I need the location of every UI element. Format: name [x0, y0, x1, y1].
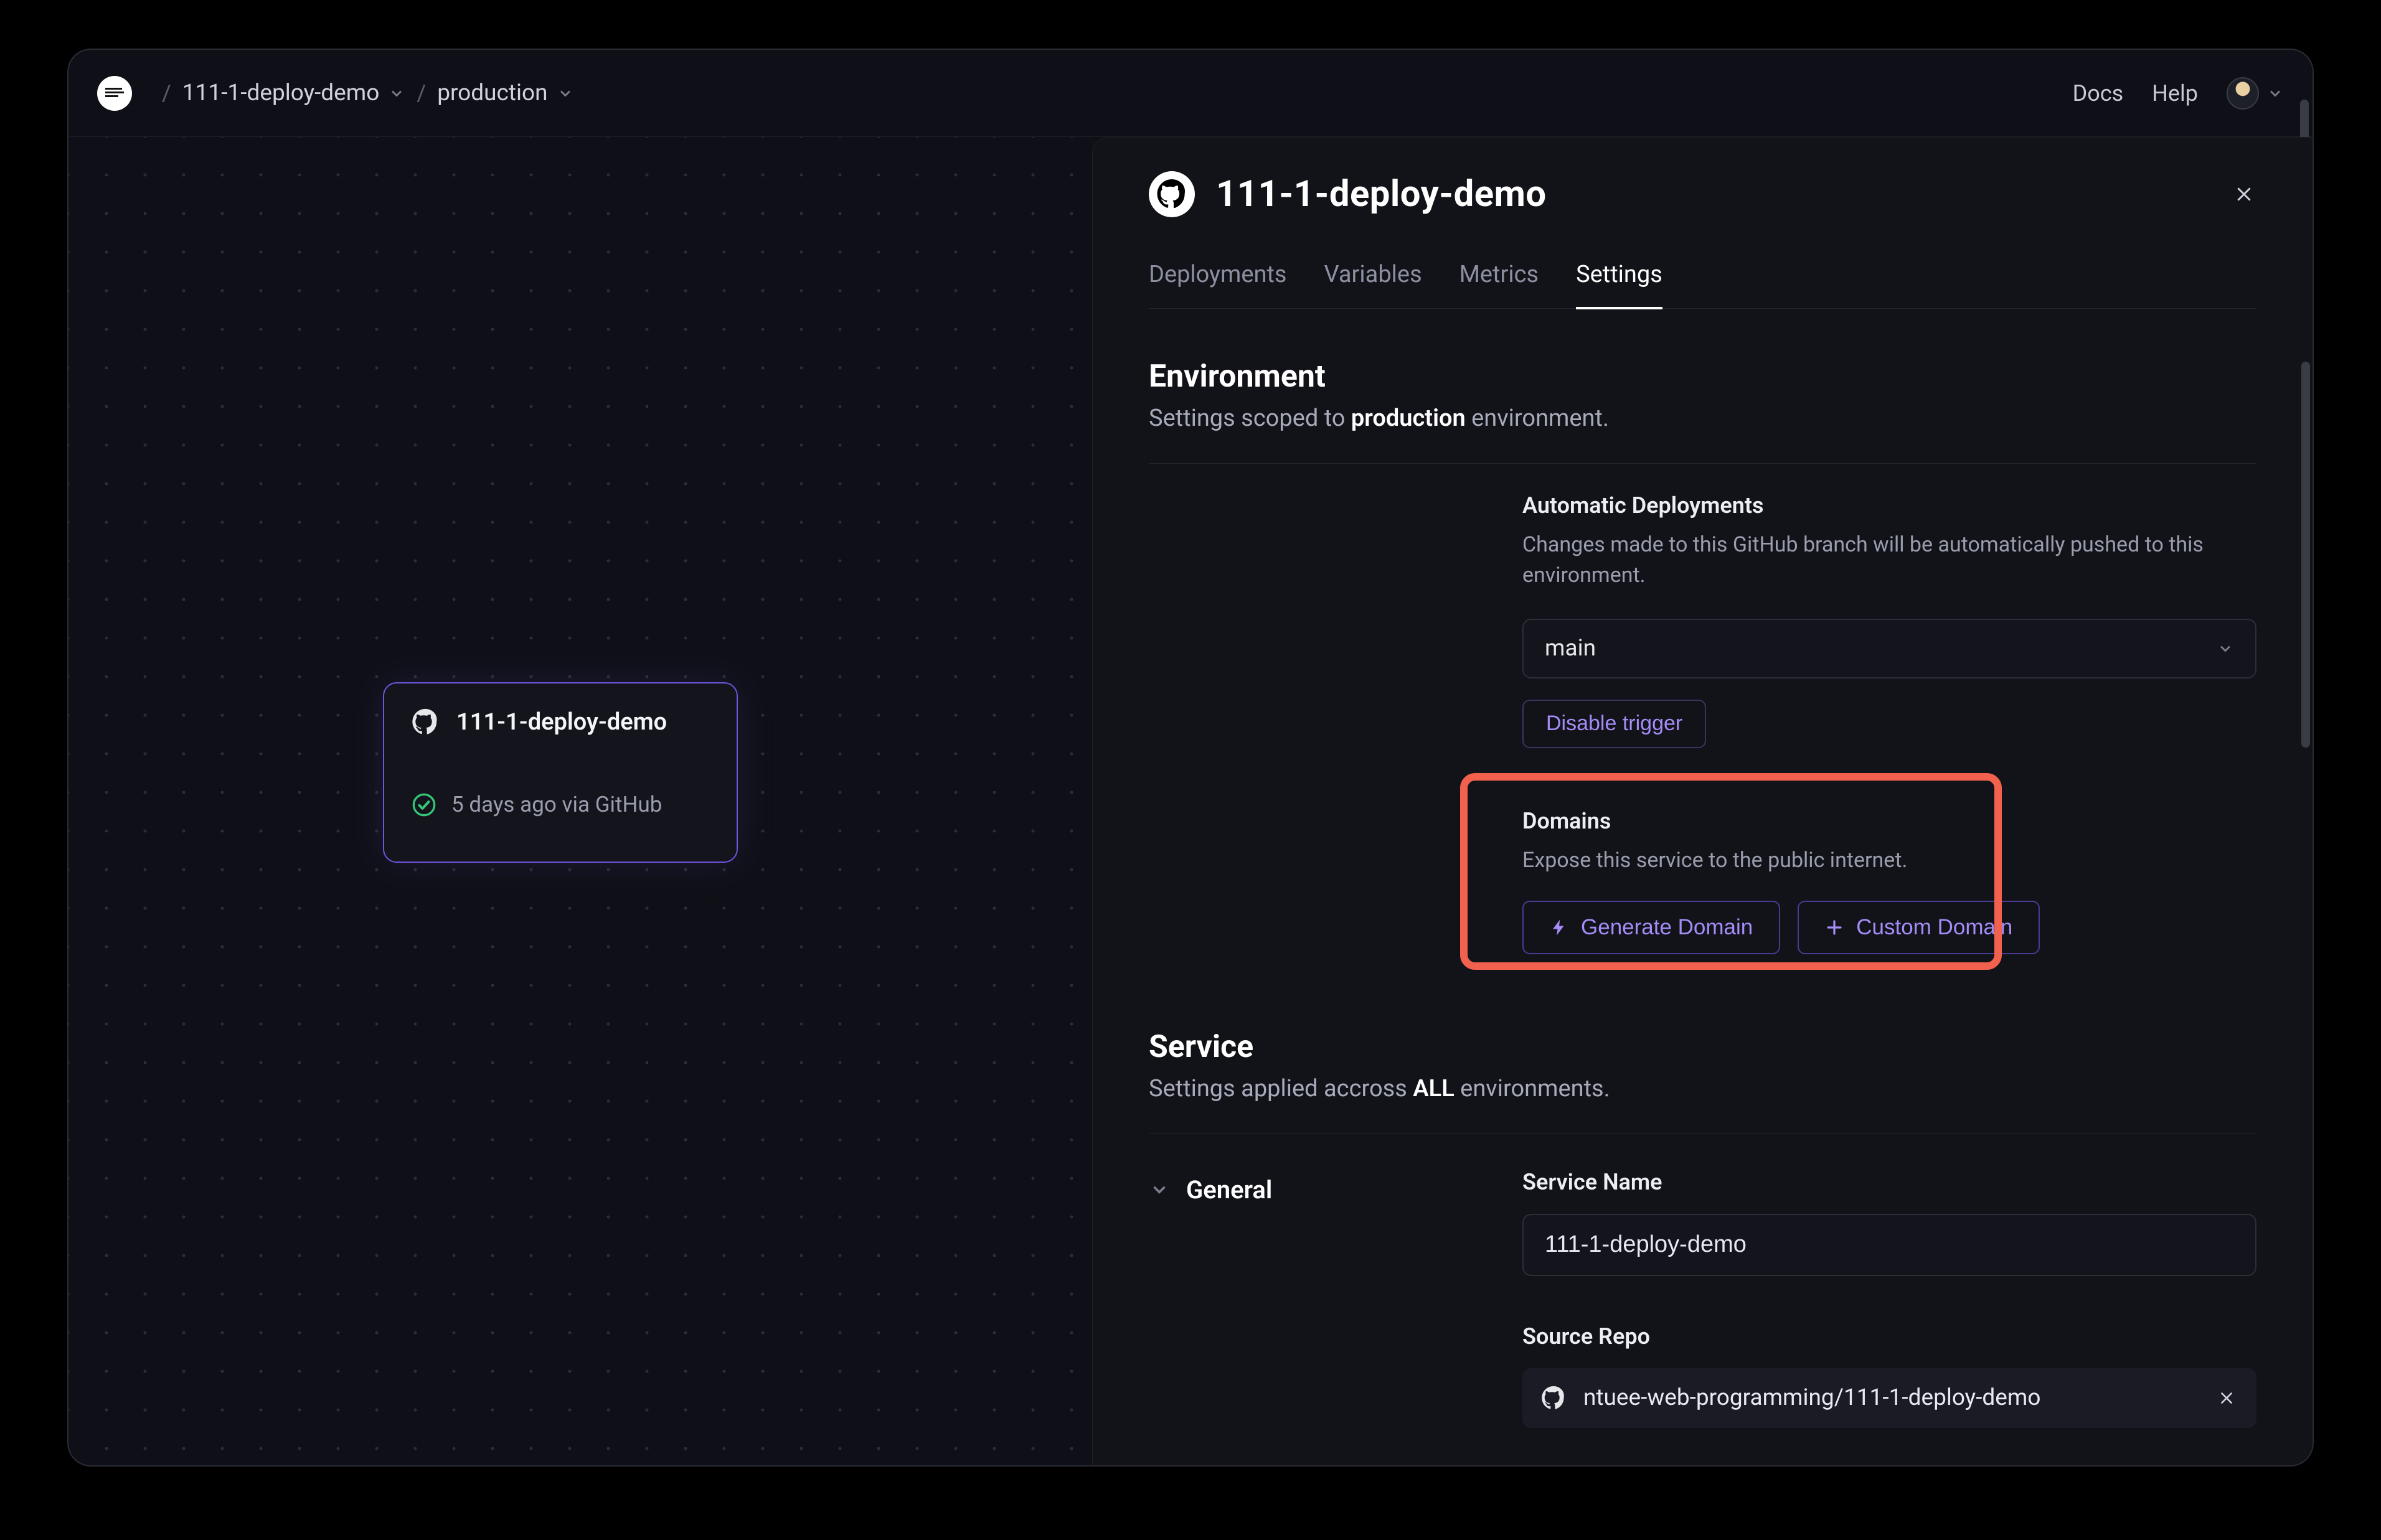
- service-heading: Service: [1149, 1029, 2256, 1065]
- panel-scrollbar[interactable]: [2301, 362, 2310, 748]
- custom-domain-button[interactable]: Custom Domain: [1798, 901, 2040, 954]
- branch-select-value: main: [1545, 635, 1596, 662]
- body: 111-1-deploy-demo 5 days ago via GitHub: [68, 137, 2313, 1465]
- source-repo-value: ntuee-web-programming/111-1-deploy-demo: [1583, 1384, 2198, 1411]
- breadcrumb-separator: /: [151, 80, 182, 106]
- close-panel-button[interactable]: [2232, 182, 2256, 207]
- disable-trigger-button[interactable]: Disable trigger: [1522, 700, 1706, 748]
- service-subheading: Settings applied accross ALL environment…: [1149, 1075, 2256, 1102]
- panel-tabs: Deployments Variables Metrics Settings: [1149, 261, 2256, 309]
- tab-settings[interactable]: Settings: [1576, 261, 1662, 309]
- railway-logo-icon: [103, 82, 126, 105]
- settings-panel: 111-1-deploy-demo Deployments Variables …: [1092, 137, 2313, 1465]
- plus-icon: [1825, 918, 1844, 937]
- user-menu[interactable]: [2227, 77, 2284, 110]
- source-repo-label: Source Repo: [1522, 1323, 2256, 1350]
- environment-subheading: Settings scoped to production environmen…: [1149, 405, 2256, 432]
- service-name-input[interactable]: [1522, 1214, 2256, 1276]
- breadcrumb-project-label: 111-1-deploy-demo: [182, 80, 380, 106]
- github-icon: [1149, 171, 1195, 217]
- panel-title: 111-1-deploy-demo: [1216, 173, 1547, 215]
- section-service: Service Settings applied accross ALL env…: [1149, 1029, 2256, 1428]
- close-icon: [2235, 185, 2253, 204]
- app-logo[interactable]: [97, 76, 132, 111]
- chevron-down-icon: [2266, 85, 2284, 102]
- github-icon: [1541, 1386, 1566, 1411]
- auto-deploy-sub: Changes made to this GitHub branch will …: [1522, 530, 2256, 591]
- topbar: / 111-1-deploy-demo / production Docs He…: [68, 50, 2313, 137]
- close-icon: [2218, 1390, 2235, 1406]
- general-toggle[interactable]: General: [1149, 1175, 1522, 1204]
- general-label: General: [1186, 1175, 1272, 1204]
- avatar: [2227, 77, 2259, 110]
- branch-select[interactable]: main: [1522, 619, 2256, 678]
- environment-heading: Environment: [1149, 359, 2256, 395]
- bolt-icon: [1550, 918, 1568, 937]
- breadcrumb-project[interactable]: 111-1-deploy-demo: [182, 80, 406, 106]
- group-auto-deploy: Automatic Deployments Changes made to th…: [1522, 492, 2256, 748]
- breadcrumb-separator: /: [405, 80, 437, 106]
- service-name-label: Service Name: [1522, 1169, 2256, 1195]
- domains-sub: Expose this service to the public intern…: [1522, 845, 2256, 876]
- chevron-down-icon: [2217, 640, 2234, 657]
- nav-docs[interactable]: Docs: [2073, 80, 2124, 106]
- project-canvas[interactable]: 111-1-deploy-demo 5 days ago via GitHub: [68, 137, 1092, 1465]
- section-environment: Environment Settings scoped to productio…: [1149, 359, 2256, 954]
- chevron-down-icon: [557, 85, 574, 102]
- tab-metrics[interactable]: Metrics: [1459, 261, 1539, 308]
- chevron-down-icon: [388, 85, 405, 102]
- service-card-status: 5 days ago via GitHub: [451, 792, 662, 817]
- service-card-title: 111-1-deploy-demo: [456, 708, 667, 736]
- source-repo-box[interactable]: ntuee-web-programming/111-1-deploy-demo: [1522, 1368, 2256, 1428]
- success-check-icon: [412, 792, 436, 817]
- app-window: / 111-1-deploy-demo / production Docs He…: [68, 50, 2313, 1465]
- clear-repo-button[interactable]: [2215, 1387, 2238, 1409]
- chevron-down-icon: [1149, 1179, 1170, 1200]
- service-card[interactable]: 111-1-deploy-demo 5 days ago via GitHub: [383, 682, 738, 863]
- breadcrumb-environment-label: production: [437, 80, 547, 106]
- generate-domain-button[interactable]: Generate Domain: [1522, 901, 1780, 954]
- breadcrumb-environment[interactable]: production: [437, 80, 573, 106]
- auto-deploy-heading: Automatic Deployments: [1522, 492, 2256, 519]
- tab-variables[interactable]: Variables: [1324, 261, 1422, 308]
- tab-deployments[interactable]: Deployments: [1149, 261, 1287, 308]
- github-icon: [412, 708, 439, 736]
- group-domains: Domains Expose this service to the publi…: [1522, 808, 2256, 954]
- nav-help[interactable]: Help: [2152, 80, 2198, 106]
- domains-heading: Domains: [1522, 808, 2256, 834]
